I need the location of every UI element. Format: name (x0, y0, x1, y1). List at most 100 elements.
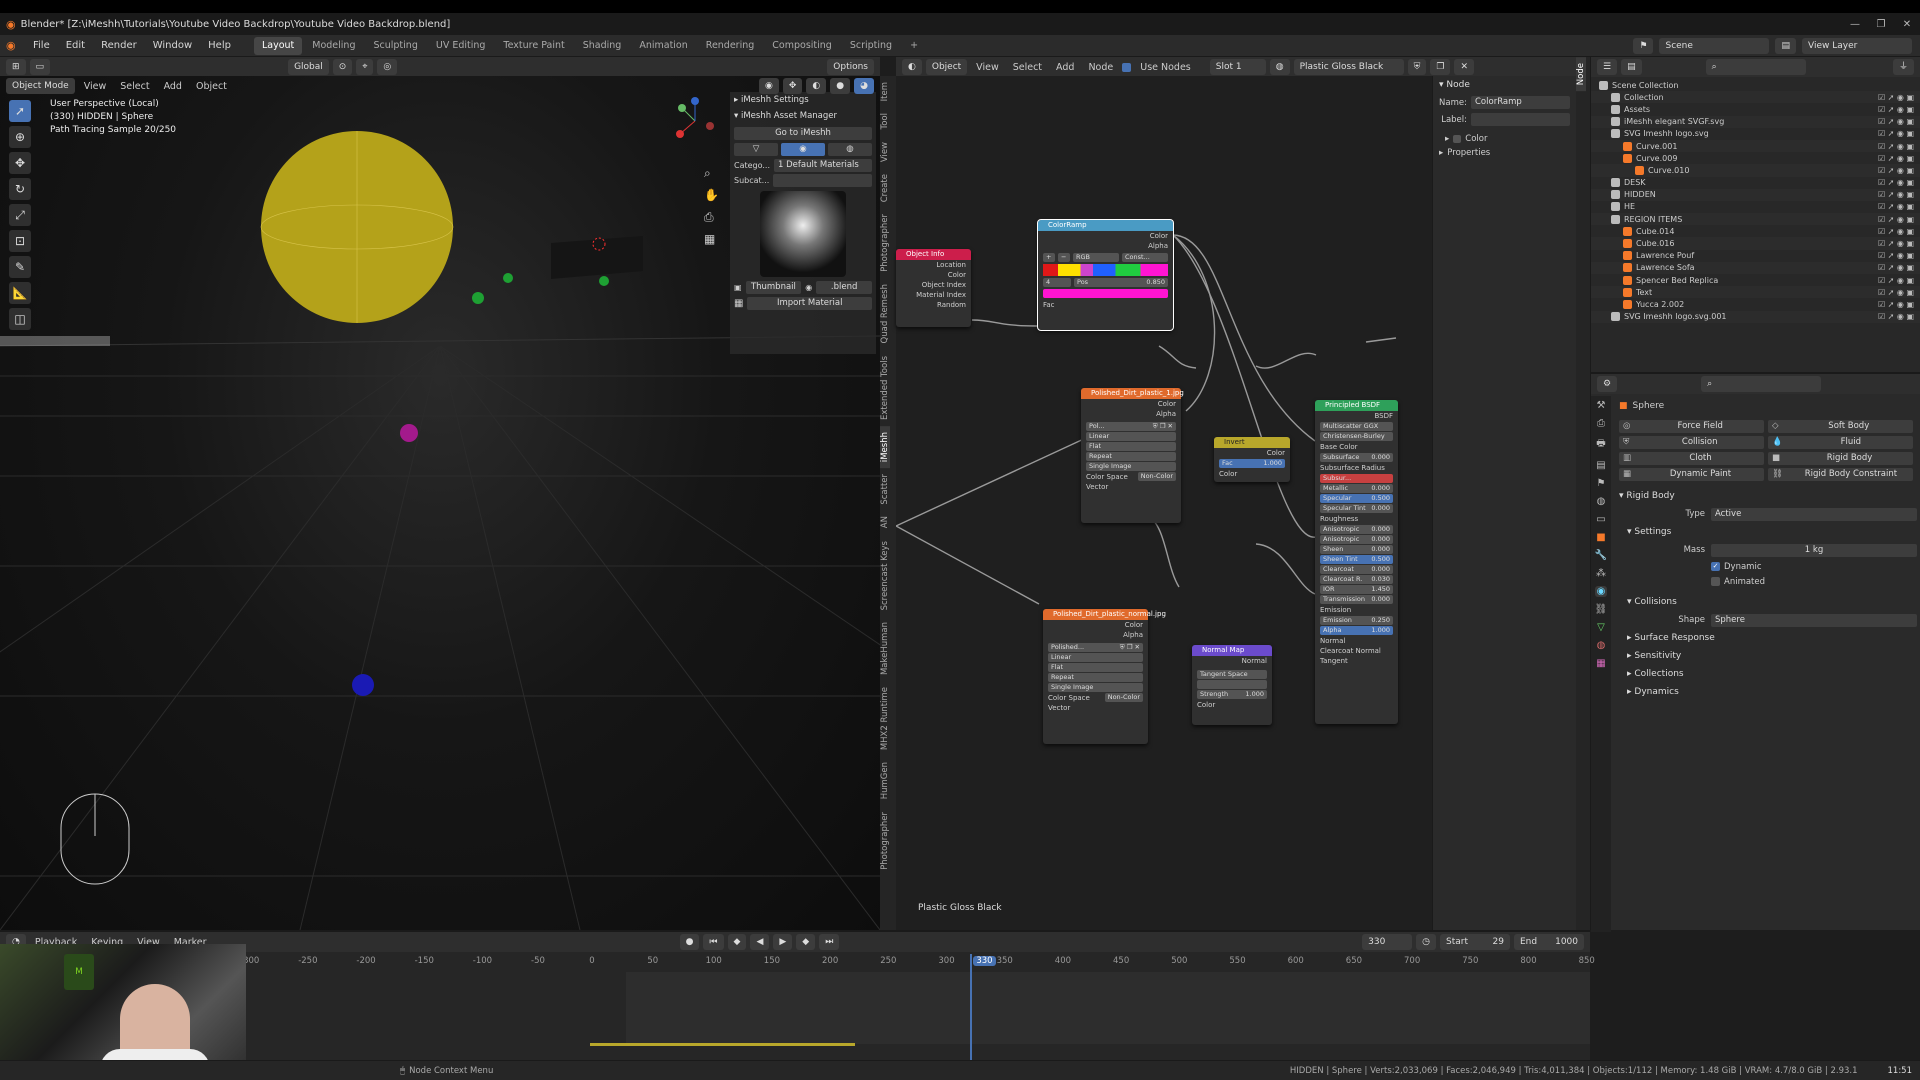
tab-extended-tools[interactable]: Extended Tools (880, 350, 890, 426)
normal-strength-field[interactable]: Strength 1.000 (1197, 690, 1267, 699)
thumbnail-button[interactable]: Thumbnail (745, 281, 802, 294)
pan-hand-icon[interactable]: ✋ (704, 184, 719, 206)
play-reverse-icon[interactable]: ◀ (750, 934, 770, 950)
slot-dropdown[interactable]: Slot 1 (1209, 59, 1266, 75)
principled-bsdf-node[interactable]: Principled BSDF BSDF Multiscatter GGX Ch… (1315, 400, 1398, 724)
particles-tab-icon[interactable]: ⁂ (1596, 568, 1606, 579)
bsdf-input-17[interactable]: Emission 0.250 (1320, 616, 1393, 625)
annotate-tool-icon[interactable]: ✎ (9, 256, 31, 278)
snap-icon[interactable]: ⌖ (356, 59, 374, 75)
outliner-item[interactable]: Spencer Bed Replica ☑ ➚ ◉ ▣ (1591, 274, 1920, 286)
move-tool-icon[interactable]: ✥ (9, 152, 31, 174)
proportional-edit-icon[interactable]: ◎ (377, 59, 398, 75)
uv-map-field[interactable] (1197, 680, 1267, 689)
tex1-colorspace-dropdown[interactable]: Non-Color (1137, 472, 1176, 481)
bsdf-input-18[interactable]: Alpha 1.000 (1320, 626, 1393, 635)
collision-shape-dropdown[interactable]: Sphere (1711, 613, 1917, 627)
tab-texture-paint[interactable]: Texture Paint (495, 37, 572, 55)
rigid-body-panel-header[interactable]: ▾ Rigid Body (1615, 487, 1917, 505)
view-layer-icon[interactable]: ▤ (1775, 37, 1796, 54)
bsdf-input-15[interactable]: Transmission 0.000 (1320, 595, 1393, 604)
tab-modeling[interactable]: Modeling (304, 37, 363, 55)
maximize-icon[interactable]: ❐ (1868, 19, 1894, 30)
visibility-toggles[interactable]: ☑ ➚ ◉ ▣ (1878, 190, 1914, 199)
bsdf-input-4[interactable]: Metallic 0.000 (1320, 484, 1393, 493)
visibility-toggles[interactable]: ☑ ➚ ◉ ▣ (1878, 227, 1914, 236)
physics-force-field-button[interactable]: ◎ Force Field (1619, 420, 1764, 433)
tab-mhx2-runtime[interactable]: MHX2 Runtime (880, 681, 890, 756)
physics-dynamic-paint-button[interactable]: ▦ Dynamic Paint (1619, 468, 1764, 481)
viewport-options-button[interactable]: Options (827, 59, 874, 75)
3d-viewport[interactable]: User Perspective (Local) (330) HIDDEN | … (0, 76, 880, 930)
node-menu-node[interactable]: Node (1083, 62, 1118, 73)
outliner-item[interactable]: Cube.016 ☑ ➚ ◉ ▣ (1591, 237, 1920, 250)
visibility-toggles[interactable]: ☑ ➚ ◉ ▣ (1878, 142, 1914, 151)
viewport-menu-object[interactable]: Object (191, 81, 232, 92)
physics-rigid-body-constraint-button[interactable]: ⛓ Rigid Body Constraint (1768, 468, 1913, 481)
sensitivity-header[interactable]: ▸ Sensitivity (1615, 647, 1917, 665)
editor-type-icon[interactable]: ⊞ (6, 59, 26, 75)
rotate-tool-icon[interactable]: ↻ (9, 178, 31, 200)
tex1-projection-dropdown[interactable]: Flat (1086, 442, 1176, 451)
timeline-ruler[interactable]: -300 -250 -200 -150 -100 -50 0 50 100 150 200 250 30… (240, 954, 1595, 970)
normal-map-space-dropdown[interactable]: Tangent Space (1197, 670, 1267, 679)
surface-response-header[interactable]: ▸ Surface Response (1615, 629, 1917, 647)
gizmo-icon[interactable]: ✥ (782, 78, 803, 94)
bsdf-input-1[interactable]: Subsurface 0.000 (1320, 453, 1393, 462)
tab-animation[interactable]: Animation (631, 37, 695, 55)
tex1-source-dropdown[interactable]: Single Image (1086, 462, 1176, 471)
visibility-toggles[interactable]: ☑ ➚ ◉ ▣ (1878, 202, 1914, 211)
tab-scatter[interactable]: Scatter (880, 468, 890, 511)
cursor-tool-icon[interactable]: ⊕ (9, 126, 31, 148)
jump-start-icon[interactable]: ⏮ (703, 934, 724, 950)
node-panel-header[interactable]: ▾ Node (1433, 76, 1576, 94)
visibility-toggles[interactable]: ☑ ➚ ◉ ▣ (1878, 93, 1914, 102)
prev-key-icon[interactable]: ◆ (727, 934, 747, 950)
bsdf-input-11[interactable]: Sheen Tint 0.500 (1320, 555, 1393, 564)
bsdf-input-8[interactable]: Anisotropic 0.000 (1320, 525, 1393, 534)
playhead[interactable] (970, 954, 972, 1062)
color-checkbox[interactable] (1453, 135, 1462, 143)
viewport-menu-view[interactable]: View (79, 81, 112, 92)
magenta-sphere[interactable] (400, 424, 418, 442)
dark-plane[interactable] (551, 236, 643, 279)
record-icon[interactable]: ● (679, 934, 700, 950)
data-tab-icon[interactable]: ▽ (1597, 622, 1605, 633)
end-frame-field[interactable]: End 1000 (1514, 934, 1584, 950)
pivot-icon[interactable]: ⊙ (332, 59, 353, 75)
stop-position-field[interactable]: Pos 0.850 (1074, 278, 1168, 287)
tab-layout[interactable]: Layout (253, 36, 303, 55)
object-mode-dropdown[interactable]: Object Mode (6, 78, 75, 94)
shading-rendered-icon[interactable]: ◕ (854, 78, 874, 94)
fake-user-icon[interactable]: ⛨ (1407, 59, 1427, 75)
tab-makehuman[interactable]: MakeHuman (880, 616, 890, 681)
visibility-toggles[interactable]: ☑ ➚ ◉ ▣ (1878, 312, 1914, 321)
tab-an[interactable]: AN (880, 510, 890, 534)
add-workspace-icon[interactable]: + (902, 37, 926, 55)
tab-tool[interactable]: Tool (880, 107, 890, 136)
outliner-item[interactable]: Yucca 2.002 ☑ ➚ ◉ ▣ (1591, 298, 1920, 310)
visibility-toggles[interactable]: ☑ ➚ ◉ ▣ (1878, 276, 1914, 285)
bsdf-input-14[interactable]: IOR 1.450 (1320, 585, 1393, 594)
visibility-toggles[interactable]: ☑ ➚ ◉ ▣ (1878, 129, 1914, 138)
visibility-toggles[interactable]: ☑ ➚ ◉ ▣ (1878, 178, 1914, 187)
dynamic-row[interactable]: ✓ Dynamic (1615, 559, 1917, 574)
transform-orientation-dropdown[interactable]: Global (288, 59, 329, 75)
material-name-field[interactable]: Plastic Gloss Black (1293, 59, 1404, 75)
visibility-toggles[interactable]: ☑ ➚ ◉ ▣ (1878, 300, 1914, 309)
blend-button[interactable]: .blend (816, 281, 873, 294)
tab-uv-editing[interactable]: UV Editing (428, 37, 494, 55)
scene-icon[interactable]: ⚑ (1633, 37, 1654, 54)
category-dropdown[interactable]: 1 Default Materials (774, 159, 872, 172)
subcategory-dropdown[interactable] (773, 174, 872, 187)
image-texture-node-2[interactable]: Polished_Dirt_plastic_normal.jpg Color A… (1043, 609, 1166, 744)
outliner-item[interactable]: SVG Imeshh logo.svg.001 ☑ ➚ ◉ ▣ (1591, 310, 1920, 323)
unlink-material-icon[interactable]: ✕ (1454, 59, 1474, 75)
jump-end-icon[interactable]: ⏭ (819, 934, 840, 950)
material-thumbnail[interactable] (760, 191, 846, 277)
start-frame-field[interactable]: Start 29 (1440, 934, 1510, 950)
physics-rigid-body-button[interactable]: ■ Rigid Body (1768, 452, 1913, 465)
node-editor-type-icon[interactable]: ◐ (902, 59, 922, 75)
bsdf-input-5[interactable]: Specular 0.500 (1320, 494, 1393, 503)
close-icon[interactable]: ✕ (1894, 19, 1920, 30)
